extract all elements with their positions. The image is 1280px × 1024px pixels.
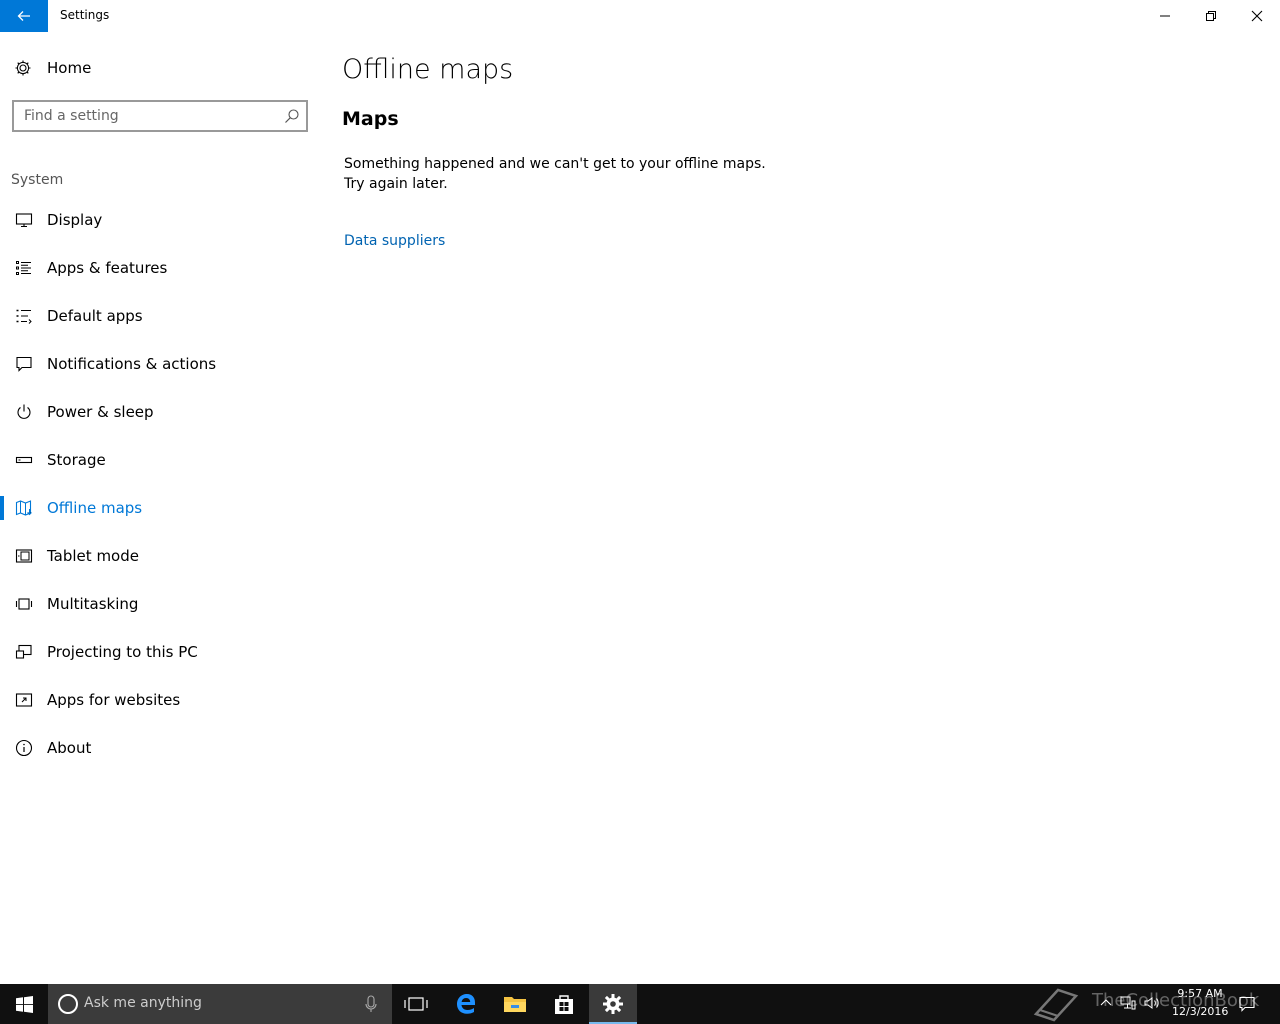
page-title: Offline maps: [342, 54, 514, 85]
sidebar-item-label: Apps & features: [47, 259, 168, 277]
arrow-left-icon: [17, 11, 30, 21]
sidebar-item-default-apps[interactable]: Default apps: [0, 292, 320, 340]
sidebar-item-label: Default apps: [47, 307, 143, 325]
volume-icon[interactable]: [1144, 996, 1160, 1010]
sidebar-item-label: Tablet mode: [47, 547, 139, 565]
start-button[interactable]: [0, 984, 48, 1024]
sidebar-item-apps-features[interactable]: Apps & features: [0, 244, 320, 292]
sidebar-item-storage[interactable]: Storage: [0, 436, 320, 484]
window-title: Settings: [60, 8, 110, 22]
search-icon[interactable]: [284, 108, 300, 124]
apps-websites-icon: [15, 693, 33, 707]
search-input[interactable]: [24, 107, 274, 125]
title-bar: Settings: [0, 0, 1280, 32]
close-button[interactable]: [1234, 0, 1280, 32]
sidebar-item-notifications[interactable]: Notifications & actions: [0, 340, 320, 388]
cortana-icon: [58, 994, 78, 1014]
gear-icon: [15, 60, 31, 76]
sidebar-item-about[interactable]: About: [0, 724, 320, 772]
power-icon: [17, 404, 31, 419]
task-view-icon: [404, 997, 428, 1011]
sidebar-item-label: About: [47, 739, 92, 757]
sidebar-item-tablet-mode[interactable]: Tablet mode: [0, 532, 320, 580]
home-label: Home: [47, 59, 92, 77]
sidebar-item-power-sleep[interactable]: Power & sleep: [0, 388, 320, 436]
sidebar-item-display[interactable]: Display: [0, 196, 320, 244]
task-view-button[interactable]: [392, 984, 440, 1024]
taskbar-search-placeholder: Ask me anything: [84, 995, 202, 1011]
sidebar-item-label: Offline maps: [47, 499, 143, 517]
settings-search-box[interactable]: [12, 100, 308, 132]
sidebar-item-offline-maps[interactable]: Offline maps: [0, 484, 320, 532]
network-icon[interactable]: [1120, 996, 1136, 1010]
section-title: Maps: [342, 108, 399, 130]
folder-icon: [504, 997, 526, 1012]
settings-taskbar-button[interactable]: [589, 984, 637, 1024]
microphone-icon[interactable]: [364, 994, 378, 1014]
sidebar-item-label: Notifications & actions: [47, 355, 217, 373]
windows-logo-icon: [15, 995, 33, 1013]
notifications-icon: [16, 356, 32, 372]
default-apps-icon: [16, 309, 32, 324]
sidebar-item-label: Projecting to this PC: [47, 643, 198, 661]
minimize-button[interactable]: [1142, 0, 1188, 32]
sidebar-item-multitasking[interactable]: Multitasking: [0, 580, 320, 628]
data-suppliers-link[interactable]: Data suppliers: [344, 233, 445, 249]
multitasking-icon: [15, 598, 33, 610]
display-icon: [15, 213, 33, 228]
cortana-search-box[interactable]: Ask me anything: [48, 984, 392, 1024]
sidebar: Home System Display Apps & features Defa…: [0, 32, 320, 984]
edge-icon: [457, 994, 475, 1014]
projecting-icon: [15, 644, 32, 659]
sidebar-item-apps-websites[interactable]: Apps for websites: [0, 676, 320, 724]
file-explorer-taskbar-button[interactable]: [491, 984, 539, 1024]
sidebar-item-label: Multitasking: [47, 595, 139, 613]
sidebar-item-label: Storage: [47, 451, 106, 469]
map-icon: [15, 500, 32, 516]
edge-taskbar-button[interactable]: [442, 984, 490, 1024]
store-taskbar-button[interactable]: [540, 984, 588, 1024]
store-icon: [555, 995, 573, 1014]
tablet-icon: [15, 549, 33, 563]
minimize-icon: [1160, 15, 1170, 17]
clock-date[interactable]: 12/3/2016: [1172, 1005, 1228, 1018]
apps-list-icon: [16, 261, 31, 275]
maximize-icon: [1206, 11, 1216, 21]
restore-button[interactable]: [1188, 0, 1234, 32]
gear-icon: [603, 994, 623, 1014]
error-message: Something happened and we can't get to y…: [344, 156, 766, 192]
info-icon: [15, 739, 33, 757]
sidebar-item-home[interactable]: Home: [0, 52, 320, 84]
system-tray: 9:57 AM 12/3/2016: [1004, 984, 1228, 1024]
close-icon: [1251, 10, 1263, 22]
section-label: System: [11, 172, 64, 188]
back-button[interactable]: [0, 0, 48, 32]
storage-icon: [15, 456, 33, 464]
taskbar: Ask me anything TheCollectionBook 9:57 A…: [0, 984, 1280, 1024]
sidebar-item-label: Apps for websites: [47, 691, 181, 709]
clock-time[interactable]: 9:57 AM: [1172, 987, 1228, 1000]
sidebar-item-label: Power & sleep: [47, 403, 154, 421]
main-content: Offline maps Maps Something happened and…: [320, 32, 1280, 984]
nav-list: Display Apps & features Default apps Not…: [0, 196, 320, 772]
sidebar-item-projecting[interactable]: Projecting to this PC: [0, 628, 320, 676]
chevron-up-icon[interactable]: [1100, 996, 1112, 1008]
action-center-icon[interactable]: [1239, 996, 1255, 1012]
sidebar-item-label: Display: [47, 211, 103, 229]
